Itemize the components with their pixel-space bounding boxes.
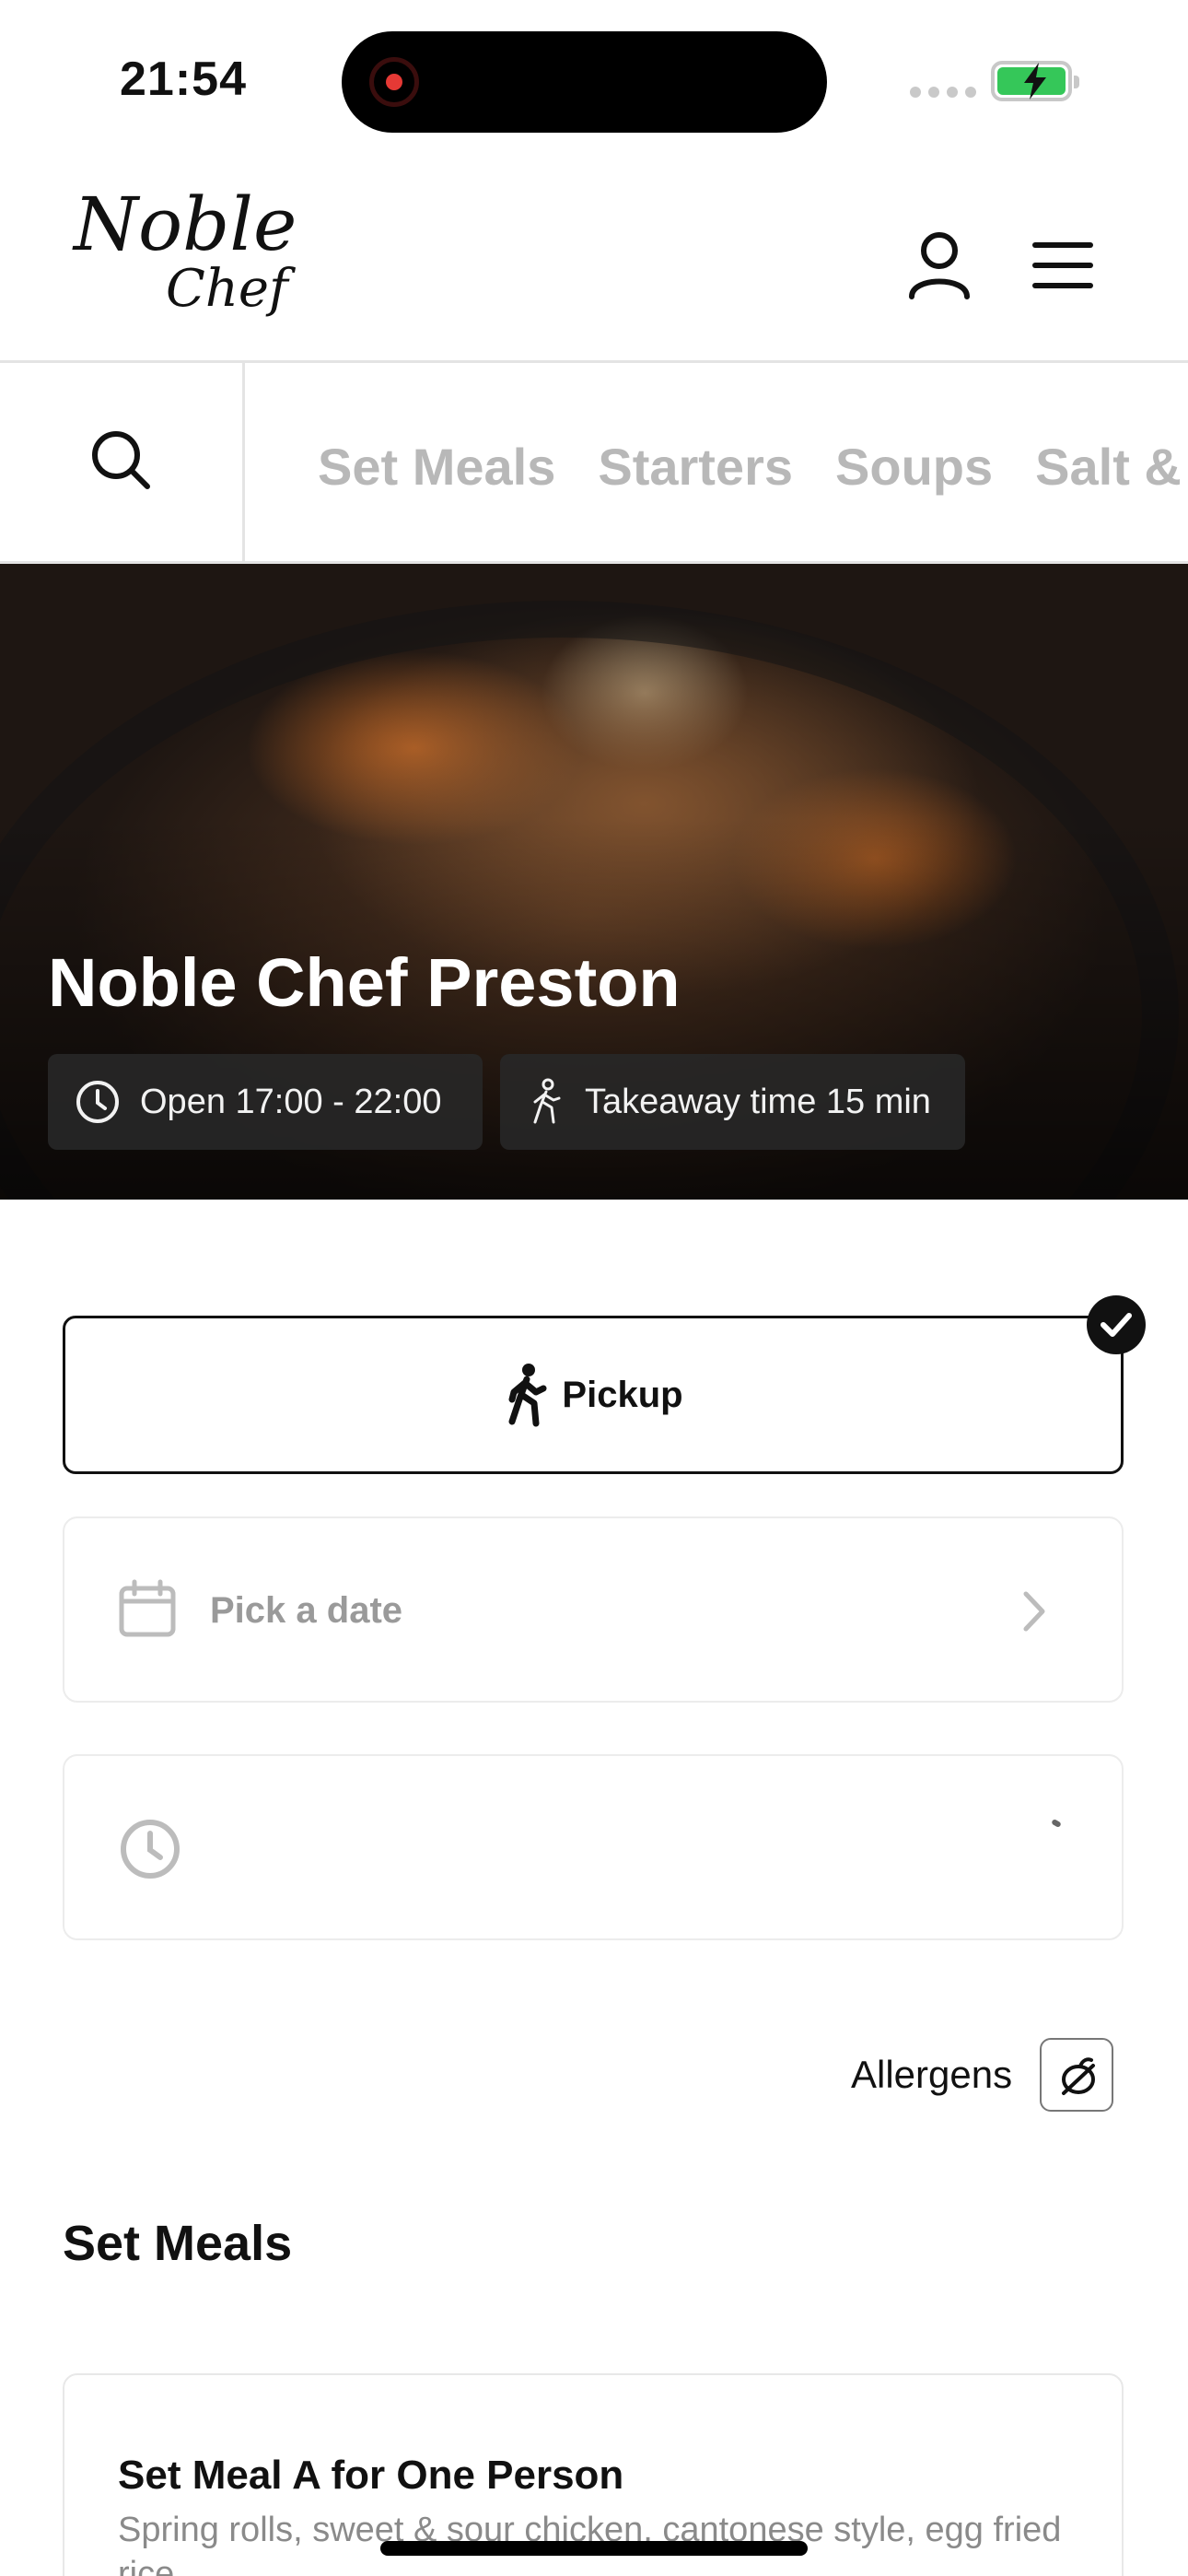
account-button[interactable] [903, 228, 976, 302]
allergen-icon [1062, 2057, 1096, 2095]
allergens-label: Allergens [851, 2053, 1013, 2096]
status-time: 21:54 [120, 53, 247, 106]
clock-icon [121, 1820, 180, 1879]
loading-indicator [1051, 1818, 1062, 1829]
home-indicator[interactable] [380, 2541, 808, 2556]
logo-line-2: Chef [166, 259, 288, 319]
walking-icon [508, 1364, 547, 1427]
date-picker[interactable]: Pick a date [63, 1516, 1124, 1703]
selected-check-icon [1087, 1295, 1146, 1354]
takeaway-time-badge: Takeaway time 15 min [500, 1054, 965, 1150]
status-bar: 21:54 [0, 0, 1188, 157]
logo-line-1: Noble [74, 181, 297, 267]
pickup-option[interactable]: Pickup [63, 1316, 1124, 1474]
tab-set-meals[interactable]: Set Meals [318, 437, 555, 497]
opening-hours-badge: Open 17:00 - 22:00 [48, 1054, 483, 1150]
allergens-button[interactable] [1040, 2038, 1114, 2112]
dynamic-island [342, 31, 827, 133]
date-placeholder: Pick a date [210, 1590, 403, 1631]
hamburger-icon [1032, 242, 1093, 288]
noble-chef-logo[interactable]: Noble Chef [74, 184, 297, 317]
allergens-filter: Allergens [851, 2038, 1114, 2112]
search-button[interactable] [0, 363, 245, 561]
section-title: Set Meals [63, 2216, 293, 2271]
tab-soups[interactable]: Soups [835, 437, 993, 497]
tab-salt-pepper[interactable]: Salt & Pepper [1035, 437, 1188, 497]
battery-icon [991, 61, 1079, 101]
screen-recording-icon [369, 57, 419, 107]
calendar-icon [119, 1579, 176, 1637]
chevron-right-icon [1023, 1591, 1045, 1632]
menu-button[interactable] [1031, 238, 1094, 293]
tab-starters[interactable]: Starters [598, 437, 793, 497]
app-header: Noble Chef [0, 157, 1188, 363]
user-icon [909, 232, 970, 299]
restaurant-hero: Noble Chef Preston Open 17:00 - 22:00 Ta… [0, 564, 1188, 1200]
restaurant-name: Noble Chef Preston [48, 944, 681, 1021]
clock-icon [76, 1081, 119, 1123]
walking-icon [533, 1078, 561, 1124]
category-tabs: Set Meals Starters Soups Salt & Pepper [318, 437, 1188, 497]
menu-item-name: Set Meal A for One Person [118, 2453, 624, 2498]
opening-hours-text: Open 17:00 - 22:00 [140, 1082, 442, 1121]
search-icon [92, 431, 150, 489]
takeaway-time-text: Takeaway time 15 min [585, 1082, 931, 1121]
pickup-label: Pickup [562, 1374, 683, 1415]
category-nav: Set Meals Starters Soups Salt & Pepper [0, 363, 1188, 564]
time-picker[interactable] [63, 1754, 1124, 1940]
signal-icon [910, 87, 976, 98]
